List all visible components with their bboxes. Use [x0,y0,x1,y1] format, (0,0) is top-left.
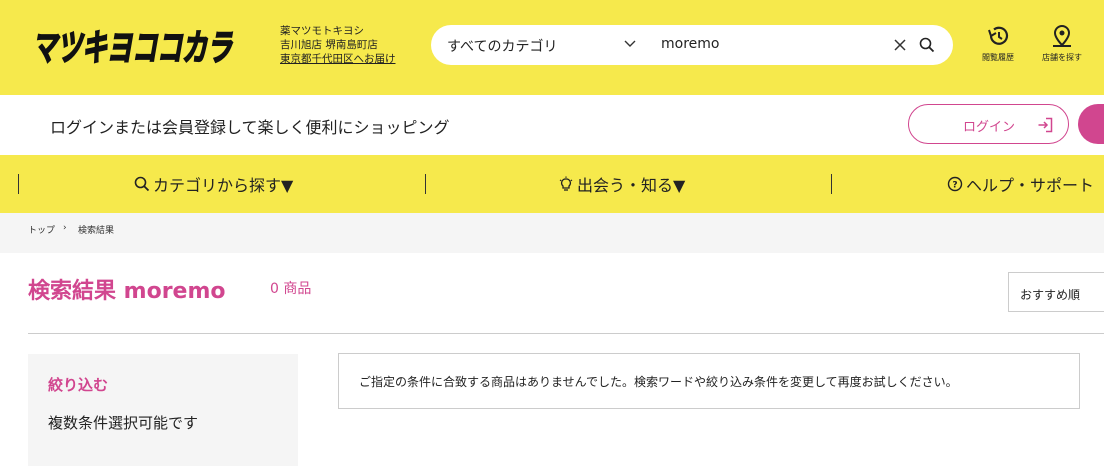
store-line-1: 薬マツモトキヨシ [280,25,364,37]
logo-text: マツキヨココカラ [32,28,233,69]
store-locator-button[interactable]: 店舗を探す [1037,24,1087,63]
filter-title: 絞り込む [48,376,109,394]
nav-item-discover[interactable]: 出会う・知る▼ [558,172,685,196]
search-icon [134,176,150,192]
login-bar: ログインまたは会員登録して楽しく便利にショッピング ログイン [0,95,1104,155]
lightbulb-icon [559,176,573,191]
filter-subtitle: 複数条件選択可能です [48,414,199,432]
nav-item-discover-label: 出会う・知る▼ [577,176,686,195]
main-nav: カテゴリから探す▼ 出会う・知る▼ ? ヘルプ・サポート [0,155,1104,213]
nav-item-category[interactable]: カテゴリから探す▼ [134,172,293,196]
site-header: マツキヨココカラ 薬マツモトキヨシ 吉川旭店 堺南島町店 東京都千代田区へお届け… [0,0,1104,95]
result-count: 0 商品 [270,281,312,297]
breadcrumb: トップ › 検索結果 [0,213,1104,253]
breadcrumb-separator-icon: › [63,223,67,233]
nav-divider [18,174,19,194]
register-button[interactable] [1078,104,1104,144]
help-icon: ? [947,176,963,192]
nav-item-help[interactable]: ? ヘルプ・サポート [947,172,1094,196]
close-icon[interactable] [893,38,907,52]
sort-select-value: おすすめ順 [1020,288,1081,302]
divider [28,333,1104,334]
site-logo[interactable]: マツキヨココカラ [30,22,240,70]
sort-select[interactable]: おすすめ順 [1008,272,1104,312]
search-bar: すべてのカテゴリ moremo [431,25,953,65]
svg-text:?: ? [952,181,957,191]
search-input[interactable]: moremo [661,36,719,52]
search-category-select[interactable]: すべてのカテゴリ [447,36,557,56]
nav-item-category-label: カテゴリから探す▼ [153,176,294,195]
map-pin-icon [1053,24,1071,47]
search-icon[interactable] [919,37,935,53]
chevron-down-icon[interactable] [623,39,637,49]
login-message: ログインまたは会員登録して楽しく便利にショッピング [50,118,450,137]
page-title: 検索結果 moremo [28,279,226,304]
nav-divider [425,174,426,194]
nav-item-help-label: ヘルプ・サポート [966,176,1095,195]
login-button[interactable]: ログイン [908,104,1069,144]
store-line-2: 吉川旭店 堺南島町店 [280,39,378,51]
history-button[interactable]: 閲覧履歴 [973,24,1023,63]
breadcrumb-current: 検索結果 [78,226,115,236]
login-button-label: ログイン [963,120,1016,135]
no-results-message: ご指定の条件に合致する商品はありませんでした。検索ワードや絞り込み条件を変更して… [359,375,958,389]
history-icon [988,26,1009,45]
store-selector[interactable]: 薬マツモトキヨシ 吉川旭店 堺南島町店 東京都千代田区へお届け [280,24,396,66]
filter-panel: 絞り込む 複数条件選択可能です [28,354,298,466]
history-label: 閲覧履歴 [982,53,1014,62]
no-results-notice: ご指定の条件に合致する商品はありませんでした。検索ワードや絞り込み条件を変更して… [338,353,1080,409]
nav-divider [831,174,832,194]
login-icon [1038,117,1053,133]
delivery-area-link[interactable]: 東京都千代田区へお届け [280,52,396,66]
breadcrumb-top-link[interactable]: トップ [28,223,55,236]
store-locator-label: 店舗を探す [1042,53,1082,62]
